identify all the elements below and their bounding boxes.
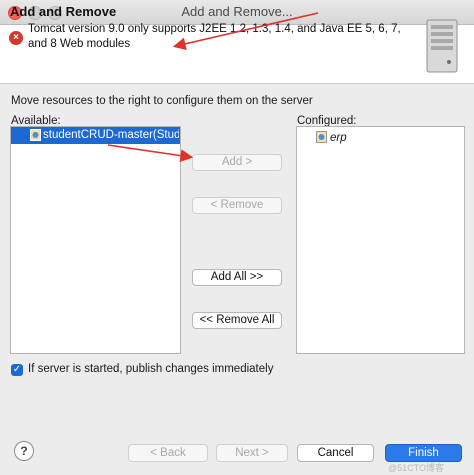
help-button[interactable]: ? <box>14 441 34 461</box>
cancel-button[interactable]: Cancel <box>297 444 374 462</box>
error-icon: × <box>9 31 23 45</box>
server-icon <box>426 19 458 73</box>
web-project-icon <box>316 131 327 143</box>
remove-all-button[interactable]: << Remove All <box>192 312 282 329</box>
finish-button[interactable]: Finish <box>385 444 462 462</box>
list-item-label: studentCRUD-master(Stude <box>43 129 179 141</box>
error-message: Tomcat version 9.0 only supports J2EE 1.… <box>28 23 401 50</box>
dialog-title: Add and Remove <box>10 4 117 19</box>
publish-checkbox-label: If server is started, publish changes im… <box>28 363 274 375</box>
list-item-label[interactable]: erp <box>330 132 347 144</box>
watermark: @51CTO博客 <box>388 463 444 473</box>
back-button[interactable]: < Back <box>128 444 208 462</box>
list-item[interactable]: studentCRUD-master(Stude <box>11 127 180 144</box>
next-button[interactable]: Next > <box>216 444 288 462</box>
available-list[interactable]: studentCRUD-master(Stude <box>10 126 181 354</box>
add-button[interactable]: Add > <box>192 154 282 171</box>
publish-checkbox[interactable]: ✓ <box>11 364 23 376</box>
instruction-text: Move resources to the right to configure… <box>11 95 313 107</box>
remove-button[interactable]: < Remove <box>192 197 282 214</box>
configured-list[interactable]: erp <box>296 126 465 354</box>
add-all-button[interactable]: Add All >> <box>192 269 282 286</box>
web-project-icon <box>30 129 41 141</box>
